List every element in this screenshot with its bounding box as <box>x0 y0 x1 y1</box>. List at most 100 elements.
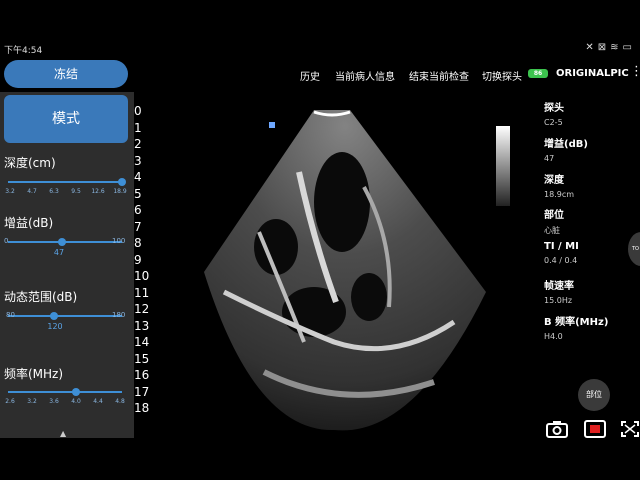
info-frame-rate: 帧速率 15.0Hz <box>544 277 574 305</box>
frequency-tick: 4.8 <box>115 398 125 405</box>
freeze-button[interactable]: 冻结 <box>4 60 128 88</box>
dynamic-range-slider[interactable] <box>8 312 122 320</box>
depth-scale-tick: 12 <box>134 302 150 316</box>
probe-battery-badge: 86 <box>528 69 548 78</box>
info-position: 部位 心脏 <box>544 206 564 236</box>
frequency-title: 频率(MHz) <box>4 367 64 381</box>
gain-min: 0 <box>4 237 9 245</box>
depth-scale-tick: 16 <box>134 368 150 382</box>
depth-scale-tick: 14 <box>134 335 150 349</box>
info-probe-label: 探头 <box>544 103 564 114</box>
depth-scale-tick: 2 <box>134 137 142 151</box>
close-icon: ⊠ <box>597 42 611 53</box>
depth-scale-tick: 17 <box>134 385 150 399</box>
status-time: 下午4:54 <box>4 46 43 56</box>
dynamic-range-value: 120 <box>47 322 63 331</box>
depth-tick: 4.7 <box>27 188 37 195</box>
info-gain: 增益(dB) 47 <box>544 135 588 163</box>
depth-scale-tick: 0 <box>134 104 142 118</box>
depth-scale-tick: 11 <box>134 286 150 300</box>
depth-scale-tick: 15 <box>134 352 150 366</box>
info-depth-label: 深度 <box>544 175 564 186</box>
depth-scale-tick: 13 <box>134 319 150 333</box>
more-menu-icon[interactable]: ⋮ <box>630 64 640 79</box>
depth-scale-tick: 1 <box>134 121 142 135</box>
depth-scale-tick: 18 <box>134 401 150 415</box>
frequency-slider[interactable] <box>8 388 122 396</box>
orientation-marker <box>269 122 275 128</box>
info-frame-rate-value: 15.0Hz <box>544 296 573 305</box>
gain-slider-thumb[interactable] <box>57 238 66 246</box>
frequency-tick: 2.6 <box>5 398 15 405</box>
info-b-frequency-value: H4.0 <box>544 332 563 341</box>
gain-slider[interactable] <box>8 238 122 246</box>
depth-scale: 0 1 2 3 4 5 6 7 8 9 10 11 12 13 14 15 16… <box>134 92 164 422</box>
wifi-icon: ≋ <box>610 42 623 53</box>
depth-scale-tick: 3 <box>134 154 142 168</box>
gain-value: 47 <box>53 248 65 257</box>
brand-label: ORIGINALPIC <box>556 68 629 79</box>
fullscreen-icon[interactable] <box>620 420 640 442</box>
side-drawer-tab[interactable]: TO <box>628 232 640 266</box>
dynamic-range-title: 动态范围(dB) <box>4 290 78 304</box>
info-position-label: 部位 <box>544 210 564 221</box>
grayscale-bar <box>496 126 510 206</box>
depth-title: 深度(cm) <box>4 156 56 170</box>
depth-slider-thumb[interactable] <box>118 178 126 186</box>
info-ti-mi: TI / MI 0.4 / 0.4 <box>544 241 579 265</box>
depth-scale-tick: 9 <box>134 253 142 267</box>
ultrasound-sector <box>204 110 486 431</box>
depth-tick: 3.2 <box>5 188 15 195</box>
depth-scale-tick: 4 <box>134 170 142 184</box>
dynamic-range-slider-thumb[interactable] <box>49 312 58 320</box>
mute-icon: ✕ <box>585 42 598 53</box>
frequency-tick: 4.0 <box>71 398 81 405</box>
info-gain-label: 增益(dB) <box>544 139 588 150</box>
left-control-panel: 模式 深度(cm) 3.2 4.7 6.3 9.5 12.6 18.9 增益(d… <box>0 92 134 438</box>
frequency-tick: 3.2 <box>27 398 37 405</box>
record-video-icon[interactable] <box>584 420 606 442</box>
info-frame-rate-label: 帧速率 <box>544 281 574 292</box>
ultrasound-image[interactable] <box>164 92 524 438</box>
collapse-arrow-icon[interactable]: ▲ <box>60 429 66 438</box>
frequency-tick: 3.6 <box>49 398 59 405</box>
info-depth: 深度 18.9cm <box>544 171 574 199</box>
gain-max: 100 <box>112 237 126 245</box>
history-button[interactable]: 历史 <box>300 68 320 83</box>
patient-info-button[interactable]: 当前病人信息 <box>335 68 395 83</box>
info-ti-mi-value: 0.4 / 0.4 <box>544 256 578 265</box>
info-gain-value: 47 <box>544 154 555 163</box>
info-probe-value: C2-5 <box>544 118 563 127</box>
dynamic-range-max: 180 <box>112 311 126 319</box>
body-position-button[interactable]: 部位 <box>578 379 610 411</box>
depth-tick: 6.3 <box>49 188 59 195</box>
info-depth-value: 18.9cm <box>544 190 575 199</box>
bottom-bar <box>0 438 640 480</box>
depth-slider[interactable] <box>8 178 126 186</box>
gain-title: 增益(dB) <box>4 216 54 230</box>
camera-icon[interactable] <box>546 420 568 442</box>
dynamic-range-min: 80 <box>6 311 15 319</box>
info-b-frequency-label: B 频率(MHz) <box>544 317 609 328</box>
depth-tick: 12.6 <box>91 188 105 195</box>
depth-scale-tick: 5 <box>134 187 142 201</box>
depth-tick: 9.5 <box>71 188 81 195</box>
info-probe: 探头 C2-5 <box>544 99 564 127</box>
frequency-slider-thumb[interactable] <box>72 388 81 396</box>
top-toolbar: 冻结 历史 当前病人信息 结束当前检查 切换探头 86 ORIGINALPIC … <box>0 58 640 92</box>
end-exam-button[interactable]: 结束当前检查 <box>409 68 469 83</box>
info-b-frequency: B 频率(MHz) H4.0 <box>544 313 608 341</box>
frequency-tick: 4.4 <box>93 398 103 405</box>
status-icons: ✕⊠≋▭ <box>585 42 636 53</box>
depth-scale-tick: 7 <box>134 220 142 234</box>
battery-icon: ▭ <box>622 42 636 53</box>
status-bar: 下午4:54 ✕⊠≋▭ <box>0 40 640 58</box>
mode-button[interactable]: 模式 <box>4 95 128 143</box>
depth-scale-tick: 10 <box>134 269 150 283</box>
info-ti-mi-label: TI / MI <box>544 241 579 252</box>
depth-tick: 18.9 <box>113 188 127 195</box>
depth-scale-tick: 6 <box>134 203 142 217</box>
info-position-value: 心脏 <box>544 226 560 235</box>
switch-probe-button[interactable]: 切换探头 <box>482 68 522 83</box>
depth-scale-tick: 8 <box>134 236 142 250</box>
